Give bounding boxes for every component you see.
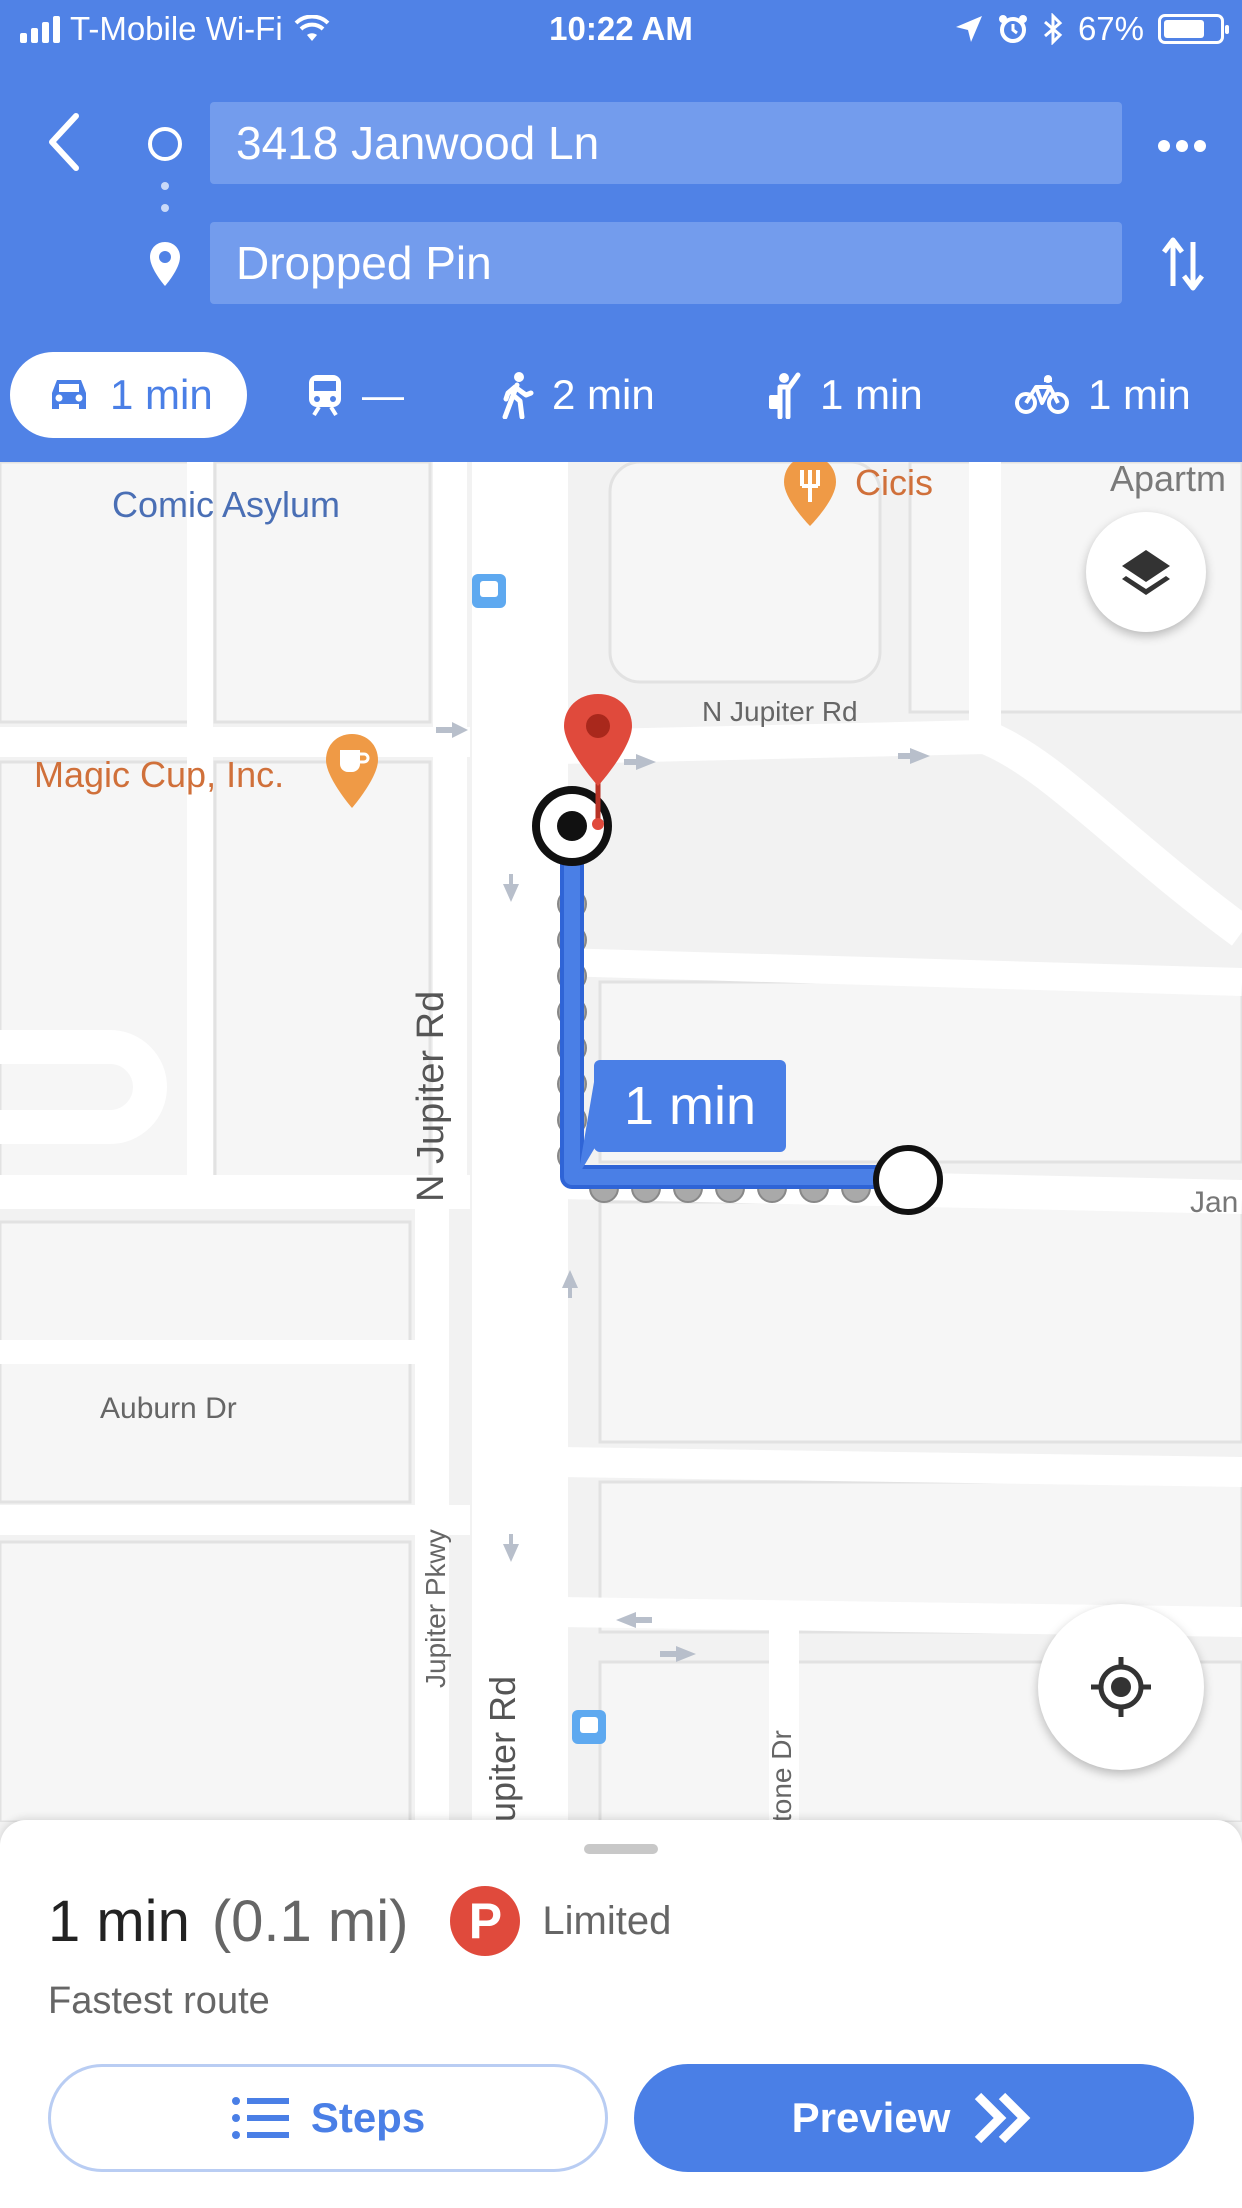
route-time-label: 1 min <box>623 1076 757 1136</box>
rideshare-icon <box>769 372 801 419</box>
bluetooth-icon <box>1043 13 1063 45</box>
battery-icon <box>1158 14 1229 44</box>
parking-icon: P <box>450 1886 521 1956</box>
preview-label: Preview <box>791 2094 951 2141</box>
destination-value: Dropped Pin <box>236 237 492 289</box>
layers-icon <box>1122 550 1170 595</box>
travel-mode-tabs: 1 min — 2 min 1 min 1 min <box>0 352 1242 444</box>
mode-transit-time: — <box>362 371 404 418</box>
train-icon <box>309 375 341 417</box>
back-arrow-icon[interactable] <box>42 110 86 174</box>
mode-driving-time: 1 min <box>110 371 213 418</box>
more-options-icon[interactable] <box>1156 138 1208 154</box>
mode-transit[interactable]: — <box>306 352 404 438</box>
route-summary: 1 min (0.1 mi) P Limited <box>48 1886 671 1956</box>
destination-field[interactable]: Dropped Pin <box>210 222 1122 304</box>
location-arrow-icon <box>955 16 982 42</box>
origin-field[interactable]: 3418 Janwood Ln <box>210 102 1122 184</box>
my-location-button[interactable] <box>1038 1604 1204 1770</box>
route-dots-icon <box>161 182 169 212</box>
status-bar: T-Mobile Wi-Fi 10:22 AM 67% <box>0 0 1242 62</box>
route-distance: (0.1 mi) <box>211 1888 409 1954</box>
swap-icon[interactable] <box>1160 234 1206 294</box>
origin-circle-icon <box>148 127 182 161</box>
double-chevron-icon <box>975 2092 1031 2144</box>
route-summary-sheet: 1 min (0.1 mi) P Limited Fastest route S… <box>0 1820 1242 2208</box>
parking-badge: P <box>468 1893 503 1949</box>
map-view[interactable]: Comic Asylum Cicis Apartm Magic Cup, Inc… <box>0 462 1242 1822</box>
steps-label: Steps <box>310 2094 426 2141</box>
dropped-pin-icon[interactable] <box>560 690 636 830</box>
route-subtitle: Fastest route <box>48 1980 270 2022</box>
mode-cycling-time: 1 min <box>1088 371 1191 418</box>
mode-cycling[interactable]: 1 min <box>1014 352 1191 438</box>
route-duration: 1 min <box>48 1888 190 1954</box>
destination-pin-icon <box>150 242 180 286</box>
car-icon <box>52 380 86 409</box>
walk-icon <box>502 372 534 419</box>
bike-icon <box>1015 375 1069 414</box>
list-icon <box>231 2097 289 2139</box>
parking-label: Limited <box>542 1898 672 1943</box>
sheet-drag-handle[interactable] <box>584 1844 658 1854</box>
preview-button[interactable]: Preview <box>634 2064 1194 2172</box>
mode-rideshare[interactable]: 1 min <box>766 352 923 438</box>
mode-walking[interactable]: 2 min <box>500 352 655 438</box>
directions-header: 3418 Janwood Ln Dropped Pin 1 min — 2 mi… <box>0 62 1242 462</box>
steps-button[interactable]: Steps <box>48 2064 608 2172</box>
battery-percent: 67% <box>1077 10 1144 47</box>
mode-driving[interactable]: 1 min <box>10 352 247 438</box>
layers-button[interactable] <box>1086 512 1206 632</box>
crosshair-icon <box>1091 1657 1151 1717</box>
alarm-icon <box>998 15 1027 43</box>
route-time-bubble[interactable]: 1 min <box>594 1060 786 1152</box>
origin-value: 3418 Janwood Ln <box>236 117 600 169</box>
mode-rideshare-time: 1 min <box>820 371 923 418</box>
mode-walking-time: 2 min <box>552 371 655 418</box>
